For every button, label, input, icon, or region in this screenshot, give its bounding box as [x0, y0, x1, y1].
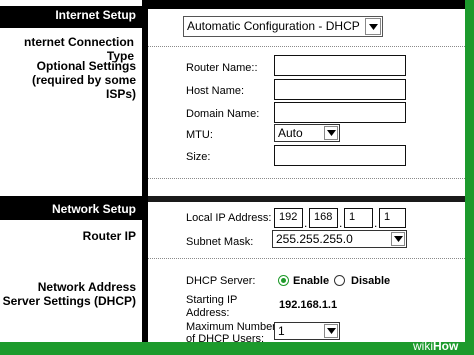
- ip-dot: .: [304, 216, 308, 230]
- starting-ip-label: Starting IP: [186, 294, 238, 306]
- dhcp-server-label: DHCP Server:: [186, 275, 256, 287]
- connection-type-select[interactable]: Automatic Configuration - DHCP: [183, 16, 383, 37]
- local-ip-label: Local IP Address:: [186, 212, 272, 224]
- mtu-select[interactable]: Auto: [274, 124, 340, 142]
- column-divider-top: [142, 0, 148, 188]
- starting-ip-label-2: Address:: [186, 307, 230, 319]
- ip-octet-2[interactable]: 168: [309, 208, 338, 228]
- subnet-mask-label: Subnet Mask:: [186, 236, 254, 248]
- settings-column: [142, 0, 465, 342]
- network-setup-header: Network Setup: [0, 196, 142, 220]
- dhcp-disable-label[interactable]: Disable: [351, 275, 390, 288]
- connection-type-value: Automatic Configuration - DHCP: [187, 19, 360, 33]
- column-divider: [142, 188, 148, 342]
- ip-dot: .: [339, 216, 343, 230]
- dhcp-enable-label[interactable]: Enable: [293, 275, 329, 288]
- domain-name-label: Domain Name:: [186, 108, 260, 120]
- separator: [148, 46, 465, 47]
- domain-name-field[interactable]: [274, 102, 406, 123]
- max-users-value: 1: [278, 324, 285, 338]
- optional-settings-label: Optional Settings: [36, 59, 136, 73]
- subnet-mask-select[interactable]: 255.255.255.0: [272, 230, 407, 248]
- chevron-down-icon[interactable]: [324, 126, 338, 140]
- dhcp-disable-radio[interactable]: [334, 275, 345, 286]
- optional-settings-note: (required by some ISPs): [31, 73, 136, 101]
- separator: [148, 258, 465, 259]
- watermark-wiki: wiki: [413, 339, 433, 353]
- router-name-field[interactable]: [274, 55, 406, 76]
- nat-label: Network Address: [37, 280, 136, 294]
- ip-dot: .: [374, 216, 378, 230]
- max-users-select[interactable]: 1: [274, 322, 340, 340]
- mtu-label: MTU:: [186, 129, 213, 141]
- host-name-label: Host Name:: [186, 85, 245, 97]
- chevron-down-icon[interactable]: [324, 324, 338, 338]
- chevron-down-icon[interactable]: [365, 18, 381, 35]
- ip-octet-3[interactable]: 1: [344, 208, 373, 228]
- router-name-label: Router Name::: [186, 62, 258, 74]
- router-ip-label: Router IP: [82, 229, 136, 243]
- green-border-bottom: [0, 342, 474, 355]
- green-border-right: [465, 0, 474, 355]
- chevron-down-icon[interactable]: [391, 232, 405, 246]
- mtu-value: Auto: [278, 126, 303, 140]
- ip-octet-4[interactable]: 1: [379, 208, 406, 228]
- dhcp-settings-label: Server Settings (DHCP): [2, 294, 136, 308]
- dhcp-enable-radio[interactable]: [278, 275, 289, 286]
- subnet-mask-value: 255.255.255.0: [276, 232, 353, 246]
- size-label: Size:: [186, 151, 211, 163]
- internet-setup-header: Internet Setup: [0, 6, 142, 28]
- network-header-strip: [142, 196, 465, 202]
- router-setup-page: Internet Setup nternet Connection Type O…: [0, 0, 474, 355]
- header-strip: [142, 0, 465, 9]
- starting-ip-value: 192.168.1.1: [279, 299, 338, 311]
- watermark-how: How: [433, 339, 459, 353]
- separator: [148, 178, 465, 179]
- host-name-field[interactable]: [274, 79, 406, 100]
- ip-octet-1[interactable]: 192: [274, 208, 303, 228]
- wikihow-watermark: wikiHow: [413, 339, 458, 353]
- left-label-column: Internet Setup nternet Connection Type O…: [0, 0, 142, 342]
- mtu-size-field[interactable]: [274, 145, 406, 166]
